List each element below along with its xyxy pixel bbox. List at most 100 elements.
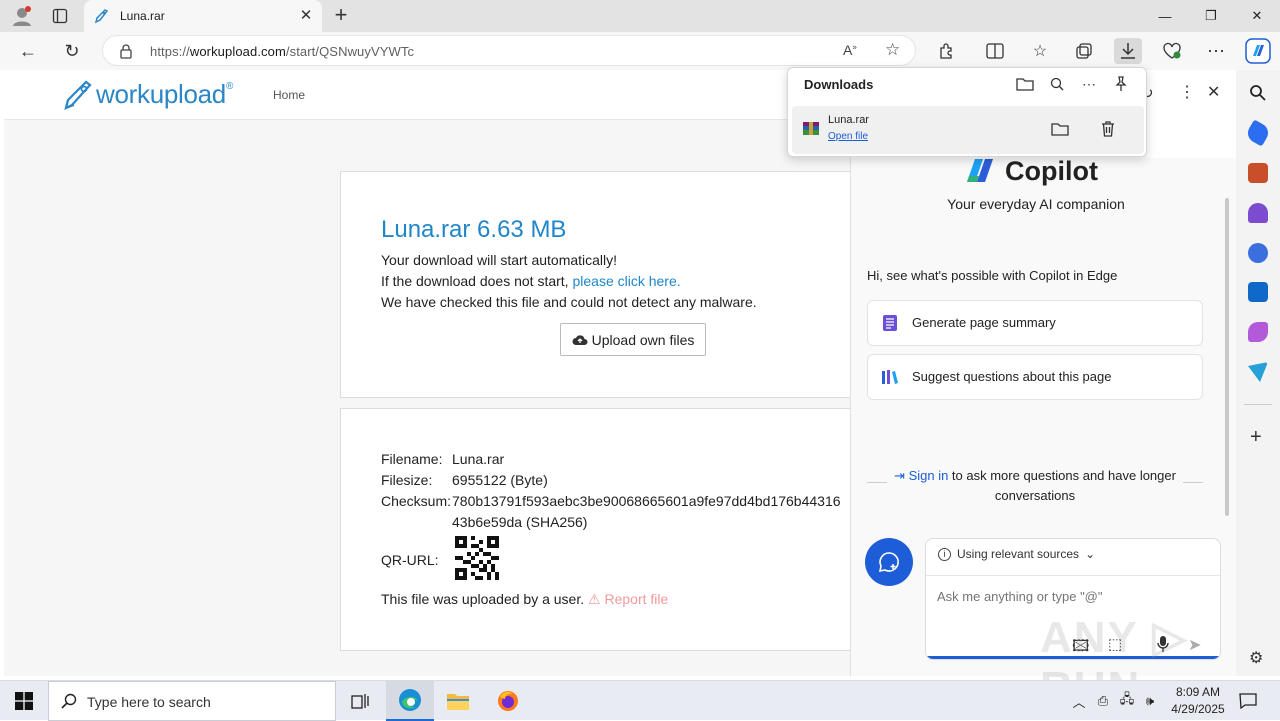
split-screen-icon[interactable] <box>981 38 1009 64</box>
copilot-input[interactable] <box>937 589 1207 604</box>
address-bar[interactable]: https://workupload.com/start/QSNwuyVYWTc… <box>102 35 916 66</box>
tab-luna[interactable]: Luna.rar ✕ <box>84 0 322 32</box>
new-chat-button[interactable] <box>865 538 913 586</box>
copilot-title: Copilot <box>1005 156 1098 186</box>
collections-icon[interactable] <box>1070 38 1098 64</box>
upload-own-files-button[interactable]: Upload own files <box>560 323 706 356</box>
rar-file-icon <box>802 120 820 138</box>
rocket-logo-icon[interactable] <box>62 78 96 112</box>
sidebar-games-icon[interactable] <box>1248 203 1268 223</box>
show-in-folder-icon[interactable] <box>1048 119 1072 139</box>
downloads-icon[interactable] <box>1114 38 1142 64</box>
copilot-hint: Hi, see what's possible with Copilot in … <box>867 268 1118 283</box>
chevron-down-icon: ⌄ <box>1085 547 1096 561</box>
task-view-icon[interactable] <box>336 681 384 721</box>
search-downloads-icon[interactable] <box>1045 74 1069 94</box>
warning-icon: ⚠ <box>588 591 601 607</box>
favorite-star-icon[interactable]: ☆ <box>885 40 900 60</box>
network-icon[interactable]: 🖧 <box>1118 691 1136 710</box>
pin-icon[interactable] <box>1109 74 1133 94</box>
suggest-questions-button[interactable]: Suggest questions about this page <box>867 354 1203 400</box>
new-tab-button[interactable]: + <box>330 4 352 27</box>
clock-time: 8:09 AM <box>1175 685 1221 699</box>
edge-divider <box>1244 404 1272 405</box>
new-chat-icon <box>878 552 899 573</box>
start-button[interactable] <box>0 681 48 721</box>
qr-url-label: QR-URL: <box>381 552 439 568</box>
refresh-icon[interactable]: ↻ <box>58 38 86 64</box>
download-item[interactable]: Luna.rar Open file <box>792 106 1144 154</box>
tab-actions-icon[interactable] <box>48 4 72 28</box>
upload-button-label: Upload own files <box>591 331 695 348</box>
copilot-scrollbar[interactable] <box>1225 198 1229 516</box>
report-file-link[interactable]: ⚠ Report file <box>588 591 668 607</box>
download-file-name: Luna.rar <box>828 114 869 126</box>
qr-code-image[interactable] <box>455 536 499 580</box>
sidebar-office-icon[interactable] <box>1248 243 1268 263</box>
filename-value: Luna.rar <box>452 451 505 467</box>
sidebar-outlook-icon[interactable] <box>1248 282 1268 302</box>
tray-overflow-icon[interactable]: ︿ <box>1070 692 1088 710</box>
sign-in-link[interactable]: Sign in <box>909 468 949 483</box>
click-here-link[interactable]: please click here. <box>572 273 680 289</box>
sidebar-send-icon[interactable] <box>1248 362 1268 382</box>
sources-label: Using relevant sources <box>957 547 1080 561</box>
taskbar-search-icon <box>61 693 77 709</box>
sign-in-prompt: ⇥ Sign in to ask more questions and have… <box>894 468 1176 503</box>
cloud-upload-icon <box>572 334 588 345</box>
edge-taskbar-icon[interactable] <box>386 681 434 721</box>
suggestion-1-label: Generate page summary <box>912 315 1056 330</box>
taskbar-search-box[interactable]: Type here to search <box>48 681 336 721</box>
generate-page-summary-button[interactable]: Generate page summary <box>867 300 1203 346</box>
copilot-icon[interactable] <box>1244 38 1272 64</box>
profile-icon[interactable] <box>10 4 34 28</box>
relevant-sources-dropdown[interactable]: i Using relevant sources ⌄ <box>938 547 1095 561</box>
tab-close-icon[interactable]: ✕ <box>298 8 314 24</box>
open-file-link[interactable]: Open file <box>828 131 868 142</box>
site-header: workupload® Home <box>4 70 850 120</box>
notifications-icon[interactable] <box>1238 692 1258 710</box>
sidebar-tools-icon[interactable] <box>1248 163 1268 183</box>
copilot-more-icon[interactable]: ⋮ <box>1179 82 1195 102</box>
taskbar-search-placeholder: Type here to search <box>87 694 211 710</box>
box-divider <box>926 575 1220 576</box>
taskbar-clock[interactable]: 8:09 AM 4/29/2025 <box>1160 684 1236 718</box>
copilot-sidebar: ↻ ⋮ ✕ Copilot Your everyday AI companion… <box>850 70 1237 676</box>
browser-essentials-icon[interactable] <box>1158 38 1186 64</box>
sidebar-designer-icon[interactable] <box>1248 322 1268 342</box>
close-window-button[interactable]: ✕ <box>1234 0 1280 32</box>
tray-device-icon[interactable]: ⎙ <box>1094 692 1112 710</box>
restore-button[interactable]: ❐ <box>1188 0 1234 32</box>
sidebar-shopping-icon[interactable] <box>1244 119 1272 147</box>
windows-icon <box>15 692 33 710</box>
file-explorer-icon[interactable] <box>434 681 482 721</box>
sidebar-add-icon[interactable]: + <box>1250 426 1262 449</box>
more-menu-icon[interactable]: ⋯ <box>1202 38 1230 64</box>
lock-icon[interactable] <box>119 43 133 59</box>
manual-download-text: If the download does not start, please c… <box>381 273 681 289</box>
filename-label: Filename: <box>381 451 443 467</box>
read-aloud-icon[interactable]: A» <box>843 42 857 58</box>
sidebar-search-icon[interactable] <box>1249 84 1267 102</box>
firefox-icon[interactable] <box>484 681 532 721</box>
volume-icon[interactable]: 🕪 <box>1141 692 1159 710</box>
checksum-label: Checksum: <box>381 493 452 509</box>
back-icon[interactable]: ← <box>14 38 42 64</box>
copilot-close-icon[interactable]: ✕ <box>1207 82 1220 102</box>
filesize-label: Filesize: <box>381 472 433 488</box>
open-downloads-folder-icon[interactable] <box>1013 74 1037 94</box>
downloads-more-icon[interactable]: ⋯ <box>1077 74 1101 94</box>
site-logo[interactable]: workupload® <box>96 79 233 110</box>
uploaded-by-text: This file was uploaded by a user. ⚠ Repo… <box>381 591 669 607</box>
nav-home-link[interactable]: Home <box>273 88 305 102</box>
tab-title: Luna.rar <box>120 9 165 23</box>
favorites-icon[interactable]: ☆ <box>1026 38 1054 64</box>
summary-icon <box>883 315 897 331</box>
file-title: Luna.rar 6.63 MB <box>381 216 567 243</box>
delete-download-icon[interactable] <box>1096 119 1120 139</box>
extensions-icon[interactable] <box>933 38 961 64</box>
edge-sidebar: + ⚙ <box>1236 70 1280 676</box>
malware-note: We have checked this file and could not … <box>381 294 757 310</box>
minimize-button[interactable]: — <box>1142 0 1188 32</box>
checksum-value-line2: 43b6e59da (SHA256) <box>452 514 588 530</box>
